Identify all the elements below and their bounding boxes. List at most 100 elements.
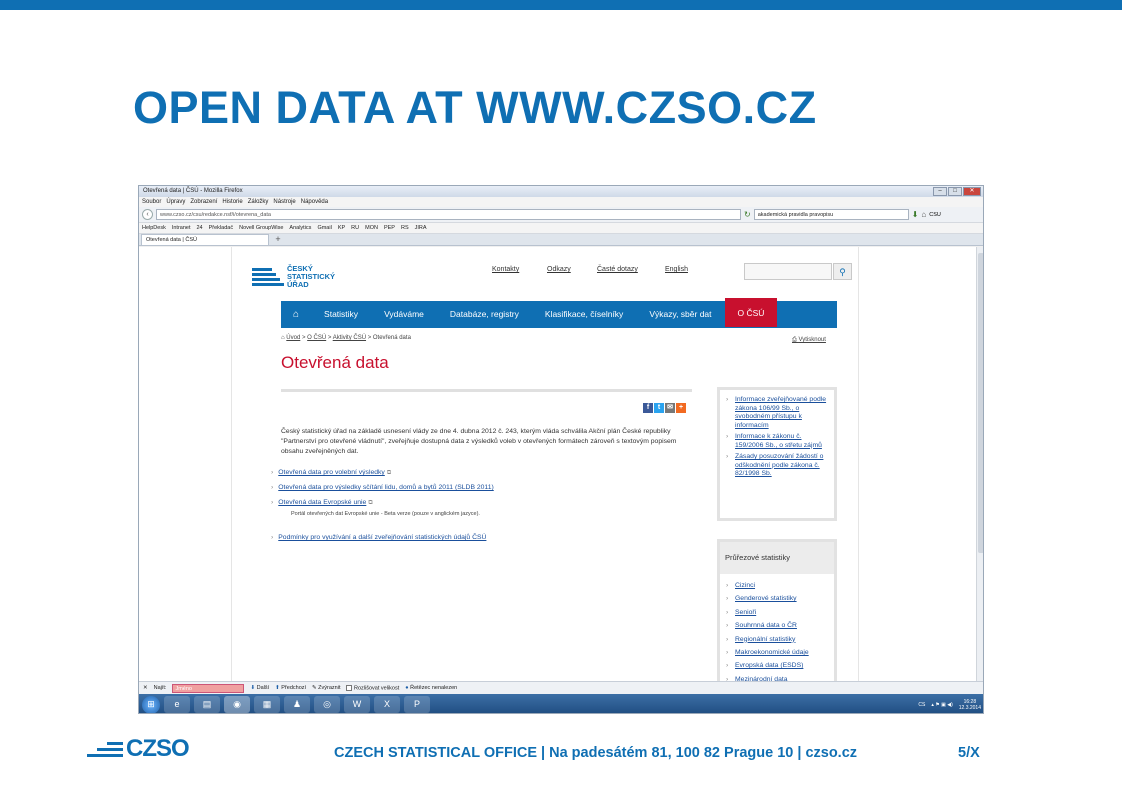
cross-link-mezinarodni[interactable]: Mezinárodní data bbox=[724, 673, 830, 681]
link-caste-dotazy[interactable]: Časté dotazy bbox=[597, 266, 638, 273]
cross-link-regionalni[interactable]: Regionální statistiky bbox=[724, 633, 830, 647]
add-share-icon[interactable]: + bbox=[676, 403, 686, 413]
nav-o-csu[interactable]: O ČSÚ bbox=[724, 298, 778, 327]
bookmark-groupwise[interactable]: Novell GroupWise bbox=[239, 223, 283, 233]
cross-link-souhrnna[interactable]: Souhrnná data o ČR bbox=[724, 619, 830, 633]
search-engine-label[interactable]: CSU bbox=[929, 212, 941, 218]
breadcrumb: ⌂ Úvod > O ČSÚ > Aktivity ČSÚ > Otevřená… bbox=[281, 335, 411, 341]
cross-link-makro[interactable]: Makroekonomické údaje bbox=[724, 646, 830, 660]
browser-navbar: ‹ www.czso.cz/csu/redakce.nsf/i/otevrena… bbox=[139, 207, 983, 223]
bookmark-kp[interactable]: KP bbox=[338, 223, 345, 233]
side-link-82-1998[interactable]: Zásady posuzování žádostí o odškodnění p… bbox=[724, 453, 830, 479]
page-scrollbar[interactable] bbox=[976, 247, 983, 681]
bookmark-prekladac[interactable]: Překladač bbox=[209, 223, 233, 233]
bookmark-gmail[interactable]: Gmail bbox=[317, 223, 331, 233]
groupwise-icon[interactable]: ◎ bbox=[314, 696, 340, 713]
browser-menubar: Soubor Úpravy Zobrazení Historie Záložky… bbox=[139, 197, 983, 207]
back-icon[interactable]: ‹ bbox=[142, 209, 153, 220]
menu-soubor[interactable]: Soubor bbox=[142, 197, 161, 207]
nav-klasifikace[interactable]: Klasifikace, číselníky bbox=[532, 301, 636, 328]
cross-link-gender[interactable]: Genderové statistiky bbox=[724, 592, 830, 606]
link-sldb-2011[interactable]: › Otevřená data pro výsledky sčítání lidu… bbox=[271, 484, 494, 491]
start-button-icon[interactable]: ⊞ bbox=[142, 695, 160, 713]
app-icon[interactable]: ♟ bbox=[284, 696, 310, 713]
nav-databaze[interactable]: Databáze, registry bbox=[437, 301, 532, 328]
print-link[interactable]: ⎙ Vytisknout bbox=[792, 337, 826, 344]
excel-icon[interactable]: X bbox=[374, 696, 400, 713]
menu-napoveda[interactable]: Nápověda bbox=[301, 197, 328, 207]
home-icon[interactable]: ⌂ bbox=[921, 209, 926, 220]
nav-vydavame[interactable]: Vydáváme bbox=[371, 301, 437, 328]
search-icon[interactable]: ⚲ bbox=[833, 263, 852, 280]
new-tab-icon[interactable]: + bbox=[271, 235, 285, 245]
firefox-icon[interactable]: ◉ bbox=[224, 696, 250, 713]
cross-link-seniori[interactable]: Senioři bbox=[724, 606, 830, 620]
breadcrumb-o-csu[interactable]: O ČSÚ bbox=[307, 335, 326, 341]
side-link-159-2006[interactable]: Informace k zákonu č. 159/2006 Sb., o st… bbox=[724, 433, 830, 450]
top-accent-bar bbox=[0, 0, 1122, 10]
home-icon[interactable]: ⌂ bbox=[281, 301, 311, 328]
tray-icons[interactable]: ▴ ⚑ ▣ ◀) bbox=[931, 702, 952, 708]
czso-site-logo[interactable]: ČESKÝ STATISTICKÝ ÚŘAD bbox=[252, 265, 345, 289]
link-evropska-unie[interactable]: › Otevřená data Evropské unie ⧉ bbox=[271, 499, 373, 507]
nav-vykazy[interactable]: Výkazy, sběr dat bbox=[636, 301, 724, 328]
maximize-button[interactable]: □ bbox=[948, 187, 962, 196]
bookmark-mon[interactable]: MON bbox=[365, 223, 378, 233]
breadcrumb-aktivity[interactable]: Aktivity ČSÚ bbox=[333, 335, 366, 341]
link-podminky[interactable]: › Podmínky pro využívání a další zveřejňo… bbox=[271, 534, 486, 541]
link-english[interactable]: English bbox=[665, 266, 688, 273]
email-icon[interactable]: ✉ bbox=[665, 403, 675, 413]
find-label: Najít: bbox=[153, 685, 167, 691]
explorer-icon[interactable]: ▤ bbox=[194, 696, 220, 713]
page-viewport: ČESKÝ STATISTICKÝ ÚŘAD Kontakty Odkazy Č… bbox=[139, 247, 983, 681]
menu-upravy[interactable]: Úpravy bbox=[166, 197, 185, 207]
reload-icon[interactable]: ↻ bbox=[744, 209, 751, 220]
menu-nastroje[interactable]: Nástroje bbox=[273, 197, 295, 207]
browser-search-input[interactable]: akademická pravidla pravopisu bbox=[753, 209, 909, 220]
download-icon[interactable]: ⬇ bbox=[912, 209, 919, 220]
site-search-input[interactable] bbox=[744, 263, 832, 280]
window-title: Otevřená data | ČSÚ - Mozilla Firefox bbox=[143, 188, 243, 194]
bookmark-helpdesk[interactable]: HelpDesk bbox=[142, 223, 166, 233]
link-odkazy[interactable]: Odkazy bbox=[547, 266, 571, 273]
bookmark-ru[interactable]: RU bbox=[351, 223, 359, 233]
menu-zalozky[interactable]: Záložky bbox=[248, 197, 269, 207]
find-match-case-checkbox[interactable]: Rozlišovat velikost bbox=[346, 684, 399, 691]
facebook-icon[interactable]: f bbox=[643, 403, 653, 413]
link-volebni-vysledky[interactable]: › Otevřená data pro volební výsledky ⧉ bbox=[271, 469, 391, 477]
close-button[interactable]: ✕ bbox=[963, 187, 981, 196]
ie-icon[interactable]: e bbox=[164, 696, 190, 713]
clock[interactable]: 16:28 12.3.2014 bbox=[959, 699, 981, 711]
cross-link-cizinci[interactable]: Cizinci bbox=[724, 579, 830, 593]
find-highlight-button[interactable]: ✎ Zvýraznit bbox=[312, 685, 340, 691]
find-prev-button[interactable]: ⬆ Předchozí bbox=[275, 685, 306, 691]
cross-link-esds[interactable]: Evropská data (ESDS) bbox=[724, 659, 830, 673]
language-indicator[interactable]: CS bbox=[918, 702, 925, 708]
twitter-icon[interactable]: t bbox=[654, 403, 664, 413]
tab-strip: Otevřená data | ČSÚ + bbox=[139, 234, 983, 246]
menu-historie[interactable]: Historie bbox=[222, 197, 242, 207]
find-next-button[interactable]: ⬇ Další bbox=[250, 685, 269, 691]
scrollbar-thumb[interactable] bbox=[978, 253, 983, 553]
bookmark-pep[interactable]: PEP bbox=[384, 223, 395, 233]
side-link-106-99[interactable]: Informace zveřejňované podle zákona 106/… bbox=[724, 396, 830, 430]
find-input[interactable]: Jméno bbox=[172, 683, 245, 693]
menu-zobrazeni[interactable]: Zobrazení bbox=[190, 197, 217, 207]
link-kontakty[interactable]: Kontakty bbox=[492, 266, 519, 273]
files-icon[interactable]: ▦ bbox=[254, 696, 280, 713]
find-close-icon[interactable]: ✕ bbox=[143, 685, 148, 691]
bookmark-jira[interactable]: JIRA bbox=[415, 223, 427, 233]
tab-otevrena-data[interactable]: Otevřená data | ČSÚ bbox=[141, 234, 269, 245]
nav-statistiky[interactable]: Statistiky bbox=[311, 301, 371, 328]
bookmark-analytics[interactable]: Analytics bbox=[289, 223, 311, 233]
bookmark-intranet[interactable]: Intranet bbox=[172, 223, 191, 233]
windows-taskbar: ⊞ e ▤ ◉ ▦ ♟ ◎ W X P CS ▴ ⚑ ▣ ◀) 16:28 12… bbox=[139, 694, 983, 713]
url-bar[interactable]: www.czso.cz/csu/redakce.nsf/i/otevrena_d… bbox=[156, 209, 741, 220]
word-icon[interactable]: W bbox=[344, 696, 370, 713]
minimize-button[interactable]: – bbox=[933, 187, 947, 196]
breadcrumb-uvod[interactable]: Úvod bbox=[286, 335, 300, 341]
bookmark-24[interactable]: 24 bbox=[197, 223, 203, 233]
powerpoint-icon[interactable]: P bbox=[404, 696, 430, 713]
bookmark-rs[interactable]: RS bbox=[401, 223, 409, 233]
czso-page: ČESKÝ STATISTICKÝ ÚŘAD Kontakty Odkazy Č… bbox=[231, 247, 859, 681]
